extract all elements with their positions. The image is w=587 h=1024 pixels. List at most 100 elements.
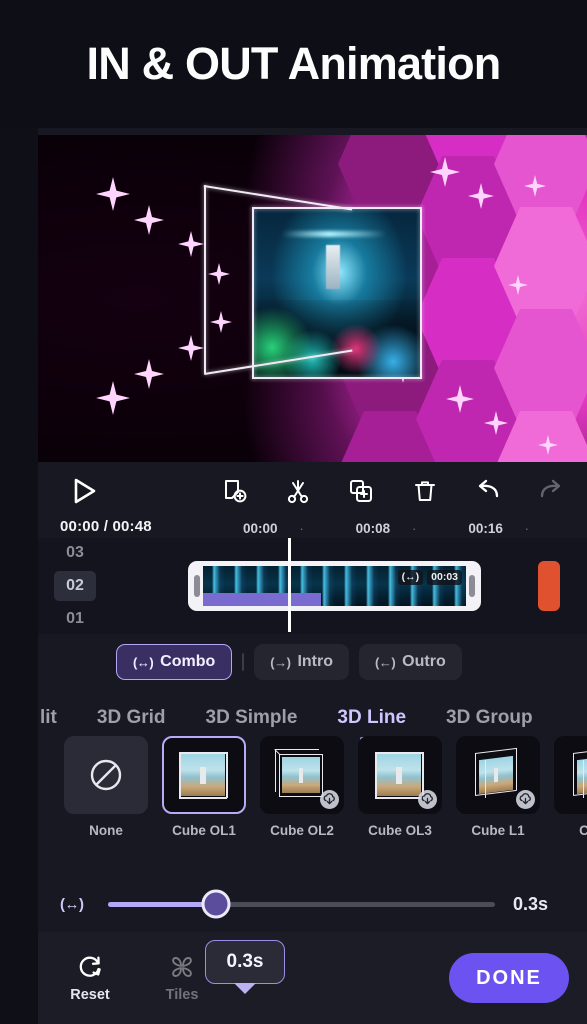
clip-handle-right[interactable] — [469, 575, 475, 597]
timeline-clip-selected[interactable]: (↔) 00:03 — [188, 561, 481, 611]
timeline-clip-next[interactable] — [538, 561, 560, 611]
preset-thumbnail-cube-l1[interactable] — [456, 736, 540, 814]
preset-edge — [375, 752, 377, 798]
preset-label: Cube OL1 — [172, 823, 236, 838]
preset-thumbnail-cube-ol1[interactable] — [162, 736, 246, 814]
clip-combo-badge: (↔) — [397, 570, 424, 585]
delete-trash-icon[interactable] — [408, 474, 442, 508]
duration-tooltip: 0.3s — [205, 940, 285, 984]
preset-edge — [279, 796, 323, 798]
preset-item[interactable]: None — [64, 736, 148, 838]
preset-edge — [516, 748, 518, 790]
reset-label: Reset — [70, 986, 110, 1003]
reset-icon — [79, 955, 101, 977]
mode-outro-icon: (←) — [375, 654, 396, 670]
preset-item[interactable]: Cube L1 — [456, 736, 540, 838]
preset-edge — [583, 760, 585, 798]
preset-label: Cube L1 — [471, 823, 525, 838]
clip-thumbnail-strip: (↔) 00:03 — [203, 566, 466, 606]
download-icon[interactable] — [418, 790, 437, 809]
done-button[interactable]: DONE — [449, 953, 569, 1003]
preset-edge — [485, 760, 487, 798]
preset-item[interactable]: Cube OL3 — [358, 736, 442, 838]
preset-photo — [377, 754, 421, 796]
download-icon[interactable] — [320, 790, 339, 809]
preset-photo — [181, 754, 225, 796]
preset-edge — [375, 752, 423, 754]
track-number-02[interactable]: 02 — [54, 571, 96, 601]
ruler-dot: · — [411, 520, 417, 536]
stage-beam — [282, 231, 387, 238]
duration-slider[interactable] — [108, 889, 495, 919]
track-number-01[interactable]: 01 — [54, 604, 96, 634]
preset-item[interactable]: Cube OL1 — [162, 736, 246, 838]
ruler-tick: 00:00 — [243, 520, 278, 536]
preset-edge — [375, 797, 423, 799]
duplicate-icon[interactable] — [344, 474, 378, 508]
time-display: 00:00 / 00:48 — [60, 518, 152, 535]
concert-crowd — [252, 299, 420, 379]
download-icon[interactable] — [516, 790, 535, 809]
preset-list[interactable]: None Cube OL1 Cube OL2 Cube OL3 Cube L1 Cube — [38, 736, 587, 856]
mode-tab-label: Intro — [297, 653, 333, 670]
mode-tab-label: Outro — [402, 653, 446, 670]
timeline[interactable]: 03 02 01 (↔) 00:03 — [38, 538, 587, 634]
tiles-label: Tiles — [165, 986, 199, 1003]
play-icon[interactable] — [64, 472, 102, 510]
cube-edge — [420, 207, 422, 379]
preset-label: None — [89, 823, 123, 838]
preset-label: Cube OL3 — [368, 823, 432, 838]
undo-icon[interactable] — [471, 474, 505, 508]
preset-edge — [226, 752, 228, 798]
category-tab-3d-group[interactable]: 3D Group — [426, 707, 553, 729]
mode-tab-label: Combo — [160, 653, 216, 670]
mode-tab-outro[interactable]: (←) Outro — [359, 644, 462, 680]
category-tab-lit[interactable]: lit — [38, 707, 77, 729]
track-number-03[interactable]: 03 — [54, 538, 96, 568]
track-number-column: 03 02 01 — [50, 538, 106, 634]
video-preview[interactable] — [38, 135, 587, 462]
no-effect-icon — [90, 759, 122, 791]
preset-thumbnail-cube-ol3[interactable] — [358, 736, 442, 814]
ruler-tick: 00:16 — [468, 520, 503, 536]
redo-icon[interactable] — [534, 474, 568, 508]
mode-tab-combo[interactable]: (↔) Combo — [116, 644, 233, 680]
bottom-action-bar: Reset Tiles DONE — [38, 932, 587, 1024]
mode-combo-icon: (↔) — [133, 654, 154, 670]
category-tab-3d-grid[interactable]: 3D Grid — [77, 707, 186, 729]
cube-edge — [252, 207, 254, 379]
preset-edge — [475, 747, 517, 755]
add-clip-icon[interactable] — [218, 474, 252, 508]
preset-label: Cube — [579, 823, 587, 838]
reset-button[interactable]: Reset — [50, 954, 130, 1003]
preset-photo — [577, 755, 587, 795]
preset-thumbnail-cube-ol2[interactable] — [260, 736, 344, 814]
preset-edge — [179, 752, 181, 798]
cube-edge — [252, 377, 422, 379]
clip-duration-badge: 00:03 — [427, 570, 462, 585]
app-root: IN & OUT Animation 00:00 / 00:48 00:00 ·… — [0, 0, 587, 1024]
preset-edge — [279, 754, 281, 797]
preset-item[interactable]: Cube — [554, 736, 587, 838]
combo-slider-icon: (↔) — [60, 895, 84, 913]
preset-photo — [282, 757, 320, 793]
preset-cube-preview — [175, 747, 233, 803]
mode-tab-intro[interactable]: (→) Intro — [254, 644, 349, 680]
preset-edge — [573, 747, 587, 755]
preset-thumbnail-cube[interactable] — [554, 736, 587, 814]
slider-thumb[interactable] — [201, 889, 231, 919]
category-tab-3d-simple[interactable]: 3D Simple — [186, 707, 318, 729]
preset-thumbnail-none[interactable] — [64, 736, 148, 814]
category-tab-3d-line[interactable]: 3D Line — [317, 707, 426, 729]
preset-cube-preview — [567, 747, 587, 803]
split-scissors-icon[interactable] — [281, 474, 315, 508]
playhead[interactable] — [288, 538, 291, 632]
preset-item[interactable]: Cube OL2 — [260, 736, 344, 838]
preset-edge — [179, 752, 227, 754]
ruler-dot: · — [524, 520, 529, 536]
clip-handle-left[interactable] — [194, 575, 200, 597]
preset-edge — [475, 753, 477, 795]
cube-edge — [204, 185, 206, 373]
mode-intro-icon: (→) — [270, 654, 291, 670]
preset-edge — [179, 797, 227, 799]
